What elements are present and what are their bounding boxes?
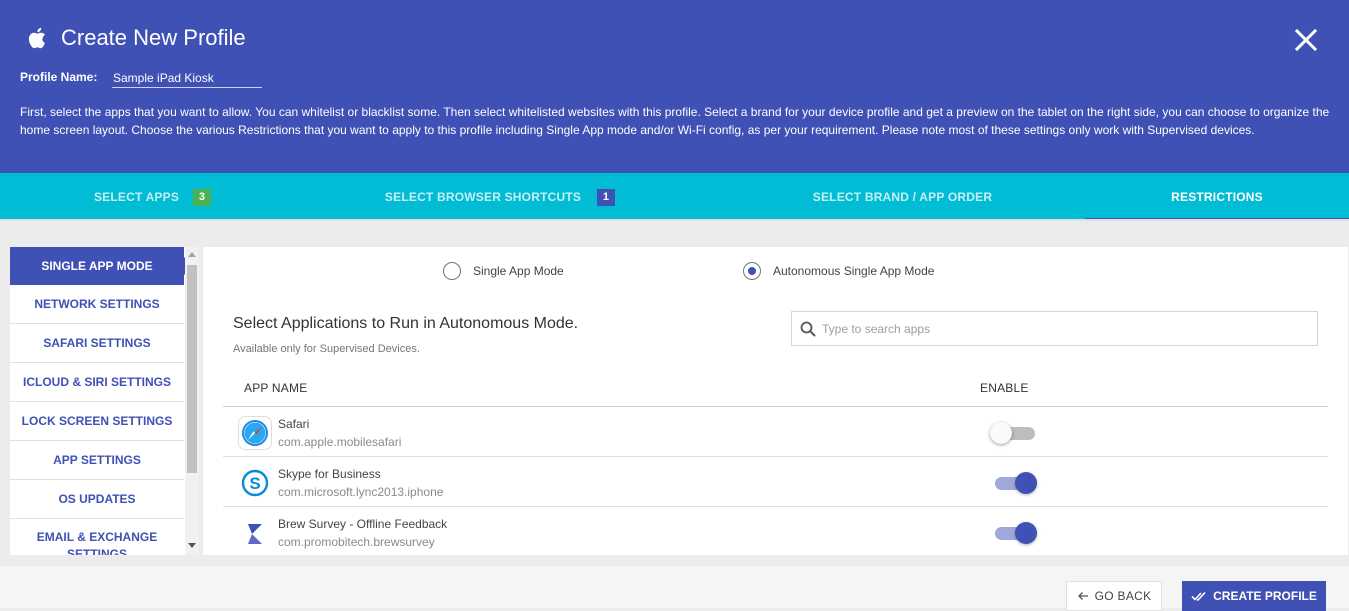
column-header-app-name: APP NAME [244, 381, 308, 395]
tab-label: SELECT BRAND / APP ORDER [812, 190, 993, 204]
search-icon [800, 321, 816, 337]
apple-icon [28, 27, 45, 49]
profile-header: Create New Profile Profile Name: First, … [0, 0, 1349, 173]
tab-label: SELECT BROWSER SHORTCUTS [384, 190, 582, 204]
app-bundle-id: com.apple.mobilesafari [278, 435, 402, 449]
sidebar-item-email-exchange-settings[interactable]: EMAIL & EXCHANGE SETTINGS [10, 519, 184, 555]
column-header-enable: ENABLE [980, 381, 1029, 395]
double-check-icon [1191, 590, 1207, 602]
svg-text:S: S [249, 474, 260, 493]
go-back-label: GO BACK [1094, 589, 1152, 603]
safari-icon [238, 416, 272, 450]
sidebar-item-lock-screen-settings[interactable]: LOCK SCREEN SETTINGS [10, 402, 184, 441]
sidebar-item-safari-settings[interactable]: SAFARI SETTINGS [10, 324, 184, 363]
toggle-knob [1015, 522, 1037, 544]
app-name: Safari [278, 417, 310, 431]
page-title: Create New Profile [61, 25, 246, 50]
arrow-left-icon [1077, 590, 1089, 602]
single-app-mode-panel: Single App Mode Autonomous Single App Mo… [203, 247, 1348, 555]
sidebar-item-icloud-siri-settings[interactable]: ICLOUD & SIRI SETTINGS [10, 363, 184, 402]
sidebar-item-network-settings[interactable]: NETWORK SETTINGS [10, 285, 184, 324]
radio-single-app-mode[interactable]: Single App Mode [443, 262, 564, 280]
profile-name-input[interactable] [112, 68, 262, 88]
radio-label: Single App Mode [473, 264, 564, 278]
tab-select-apps[interactable]: SELECT APPS 3 [0, 173, 305, 221]
table-row: S Skype for Business com.microsoft.lync2… [223, 457, 1328, 507]
tab-select-brand-app-order[interactable]: SELECT BRAND / APP ORDER [720, 173, 1085, 221]
sidebar-item-label: LOCK SCREEN SETTINGS [21, 413, 173, 428]
sidebar-item-label: SINGLE APP MODE [41, 258, 153, 273]
table-row: Safari com.apple.mobilesafari [223, 407, 1328, 457]
brew-survey-icon [248, 524, 262, 544]
enable-toggle-safari[interactable] [990, 421, 1037, 444]
sidebar-item-app-settings[interactable]: APP SETTINGS [10, 441, 184, 480]
radio-autonomous-single-app-mode[interactable]: Autonomous Single App Mode [743, 262, 934, 280]
sidebar-item-label: OS UPDATES [58, 491, 136, 506]
sidebar-item-label: EMAIL & EXCHANGE SETTINGS [36, 530, 158, 555]
section-title: Select Applications to Run in Autonomous… [233, 315, 579, 332]
radio-label: Autonomous Single App Mode [773, 264, 935, 278]
app-name: Skype for Business [278, 467, 381, 481]
create-profile-button[interactable]: CREATE PROFILE [1182, 581, 1326, 611]
apps-count-badge: 3 [193, 188, 212, 206]
shortcuts-count-badge: 1 [597, 188, 616, 206]
go-back-button[interactable]: GO BACK [1066, 581, 1162, 611]
scrollbar-thumb[interactable] [187, 265, 197, 473]
skype-icon: S [241, 469, 269, 497]
toggle-knob [990, 422, 1012, 444]
radio-checked-icon[interactable] [743, 262, 761, 280]
sidebar-item-os-updates[interactable]: OS UPDATES [10, 480, 184, 519]
radio-circle-icon[interactable] [443, 262, 461, 280]
app-name: Brew Survey - Offline Feedback [278, 517, 448, 531]
sidebar-item-label: APP SETTINGS [53, 452, 141, 467]
scroll-down-arrow-icon[interactable] [188, 543, 196, 548]
profile-description: First, select the apps that you want to … [20, 105, 1330, 137]
sidebar-item-label: ICLOUD & SIRI SETTINGS [22, 374, 171, 389]
profile-name-label: Profile Name: [20, 70, 98, 84]
footer-bar: GO BACK CREATE PROFILE [0, 566, 1349, 611]
enable-toggle-skype[interactable] [995, 471, 1037, 494]
sidebar-item-label: NETWORK SETTINGS [34, 296, 160, 311]
sidebar-item-label: SAFARI SETTINGS [43, 335, 151, 350]
sidebar-item-single-app-mode[interactable]: SINGLE APP MODE [10, 247, 184, 285]
tab-label: SELECT APPS [93, 190, 180, 204]
table-row: Brew Survey - Offline Feedback com.promo… [223, 507, 1328, 555]
sidebar-scrollbar[interactable] [185, 247, 199, 555]
app-search-box[interactable] [791, 311, 1318, 346]
enable-toggle-brew-survey[interactable] [995, 521, 1037, 544]
restrictions-sidebar: SINGLE APP MODE NETWORK SETTINGS SAFARI … [10, 247, 199, 555]
tab-restrictions[interactable]: RESTRICTIONS [1085, 173, 1349, 221]
tab-label: RESTRICTIONS [1171, 190, 1263, 204]
scroll-up-arrow-icon[interactable] [188, 252, 196, 257]
app-bundle-id: com.microsoft.lync2013.iphone [278, 485, 444, 499]
tab-select-browser-shortcuts[interactable]: SELECT BROWSER SHORTCUTS 1 [305, 173, 695, 221]
profile-tabs: SELECT APPS 3 SELECT BROWSER SHORTCUTS 1… [0, 173, 1349, 221]
create-profile-label: CREATE PROFILE [1213, 589, 1317, 603]
close-icon[interactable] [1292, 26, 1320, 54]
section-subtitle: Available only for Supervised Devices. [233, 343, 420, 355]
app-bundle-id: com.promobitech.brewsurvey [278, 535, 435, 549]
search-input[interactable] [822, 313, 1302, 344]
toggle-knob [1015, 472, 1037, 494]
tabs-divider [0, 219, 1349, 221]
